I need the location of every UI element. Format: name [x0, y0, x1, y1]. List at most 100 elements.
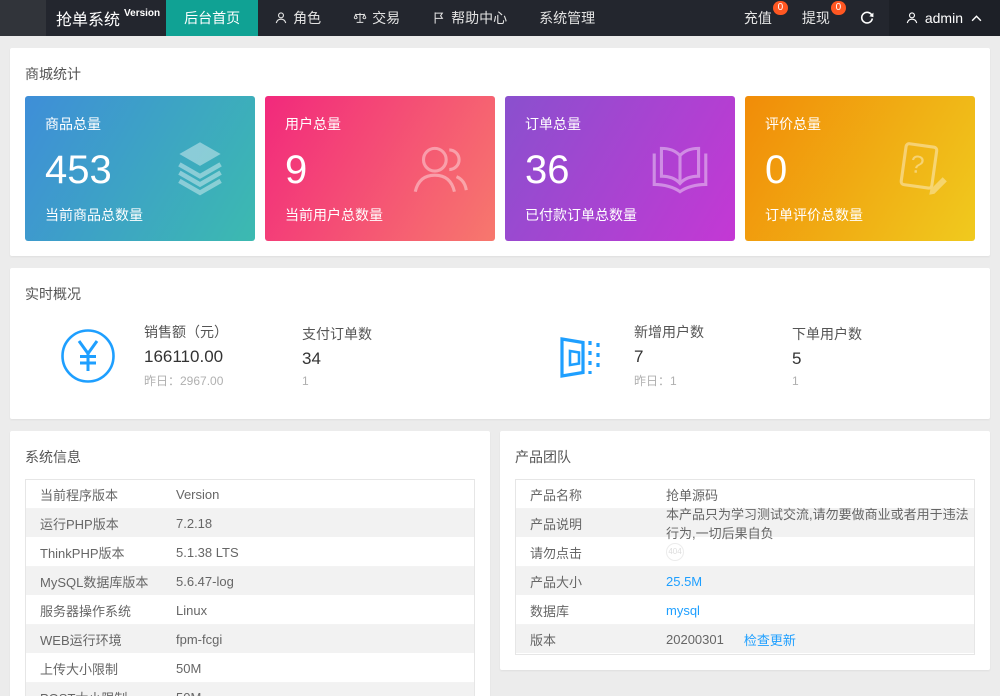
new-users-stat: 新增用户数 7 昨日：1: [634, 322, 792, 389]
stat-label: 销售额（元）: [144, 322, 302, 342]
door-icon: [550, 328, 606, 384]
username: admin: [925, 10, 963, 26]
row-label: 产品说明: [516, 514, 666, 533]
nav-item-label: 系统管理: [539, 8, 595, 28]
svg-text:?: ?: [908, 151, 925, 180]
row-value: 抢单源码: [666, 485, 974, 504]
refresh-button[interactable]: [845, 0, 889, 36]
mall-stats-panel: 商城统计 商品总量 453 当前商品总数量 用户总量 9 当前用户总数量 订单总…: [10, 48, 990, 256]
row-value-text: 20200301: [666, 632, 724, 647]
yen-circle-icon: [60, 328, 116, 384]
row-label: WEB运行环境: [26, 630, 176, 649]
table-row: 上传大小限制50M: [26, 654, 474, 683]
bottom-section: 系统信息 当前程序版本Version运行PHP版本7.2.18ThinkPHP版…: [10, 431, 990, 696]
stat-card-label: 商品总量: [45, 114, 235, 134]
user-menu[interactable]: admin: [889, 0, 1000, 36]
chevron-up-icon: [971, 15, 982, 22]
product-team-title: 产品团队: [500, 431, 990, 479]
nav-item-label: 角色: [293, 8, 321, 28]
review-icon: ?: [887, 136, 953, 202]
stat-card-sublabel: 订单评价总数量: [765, 205, 955, 225]
mall-stats-title: 商城统计: [10, 48, 990, 96]
stat-value: 5: [792, 349, 950, 369]
stat-card-reviews: 评价总量 0 订单评价总数量 ?: [745, 96, 975, 241]
table-row: 服务器操作系统Linux: [26, 596, 474, 625]
table-row: 运行PHP版本7.2.18: [26, 509, 474, 538]
nav-item-label: 帮助中心: [451, 8, 507, 28]
stat-sub: 昨日：2967.00: [144, 372, 302, 389]
stat-sub: 昨日：1: [634, 372, 792, 389]
app-title: 抢单系统: [56, 6, 120, 30]
row-value: Linux: [176, 603, 474, 618]
recharge-label: 充值: [744, 8, 772, 28]
value-link[interactable]: mysql: [666, 603, 700, 618]
recharge-button[interactable]: 充值 0: [729, 0, 787, 36]
table-row: 请勿点击404: [516, 538, 974, 567]
row-label: 当前程序版本: [26, 485, 176, 504]
scales-icon: [353, 11, 367, 25]
row-label: 服务器操作系统: [26, 601, 176, 620]
stat-card-label: 订单总量: [525, 114, 715, 134]
table-row: POST大小限制50M: [26, 683, 474, 696]
withdraw-button[interactable]: 提现 0: [787, 0, 845, 36]
nav-item-system-settings[interactable]: 系统管理: [523, 0, 611, 36]
stat-sub: 1: [792, 374, 950, 388]
sales-group: 销售额（元） 166110.00 昨日：2967.00 支付订单数 34 1: [10, 322, 500, 389]
row-label: 上传大小限制: [26, 659, 176, 678]
row-value: 50M: [176, 661, 474, 676]
value-link[interactable]: 25.5M: [666, 574, 702, 589]
row-label: 产品大小: [516, 572, 666, 591]
users-group: 新增用户数 7 昨日：1 下单用户数 5 1: [500, 322, 990, 389]
ordering-users-stat: 下单用户数 5 1: [792, 324, 950, 388]
table-row: 数据库mysql: [516, 596, 974, 625]
realtime-panel: 实时概况 销售额（元） 166110.00 昨日：2967.00 支付订单数 3…: [10, 268, 990, 419]
row-value: fpm-fcgi: [176, 632, 474, 647]
row-label: 产品名称: [516, 485, 666, 504]
refresh-icon: [859, 10, 875, 26]
withdraw-label: 提现: [802, 8, 830, 28]
table-row: 产品说明本产品只为学习测试交流,请勿要做商业或者用于违法行为,一切后果自负: [516, 509, 974, 538]
app-logo[interactable]: 抢单系统 Version: [46, 0, 166, 36]
nav-item-label: 后台首页: [184, 8, 240, 28]
stat-card-label: 评价总量: [765, 114, 955, 134]
stat-card-products: 商品总量 453 当前商品总数量: [25, 96, 255, 241]
table-row: ThinkPHP版本5.1.38 LTS: [26, 538, 474, 567]
table-row: 当前程序版本Version: [26, 480, 474, 509]
top-navbar: 抢单系统 Version 后台首页 角色 交易 帮助中心 系统管理 充值 0 提…: [0, 0, 1000, 36]
stat-card-users: 用户总量 9 当前用户总数量: [265, 96, 495, 241]
row-value: 20200301 检查更新: [666, 630, 974, 649]
table-row: 版本20200301 检查更新: [516, 625, 974, 654]
nav-item-label: 交易: [372, 8, 400, 28]
row-value: 5.6.47-log: [176, 574, 474, 589]
app-version-tag: Version: [124, 8, 160, 19]
logo-image[interactable]: [0, 0, 46, 36]
users-icon: [407, 136, 473, 202]
realtime-title: 实时概况: [10, 268, 990, 316]
product-team-table: 产品名称抢单源码产品说明本产品只为学习测试交流,请勿要做商业或者用于违法行为,一…: [515, 479, 975, 655]
row-label: 数据库: [516, 601, 666, 620]
nav-item-dashboard[interactable]: 后台首页: [166, 0, 258, 36]
sales-stat: 销售额（元） 166110.00 昨日：2967.00: [144, 322, 302, 389]
stat-label: 支付订单数: [302, 324, 460, 344]
main-menu: 后台首页 角色 交易 帮助中心 系统管理: [166, 0, 611, 36]
row-label: 版本: [516, 630, 666, 649]
stat-value: 7: [634, 347, 792, 367]
withdraw-badge: 0: [831, 1, 846, 15]
check-update-link[interactable]: 检查更新: [744, 630, 796, 649]
row-value: 50M: [176, 690, 474, 696]
row-value: 本产品只为学习测试交流,请勿要做商业或者用于违法行为,一切后果自负: [666, 504, 974, 542]
stat-card-sublabel: 当前用户总数量: [285, 205, 475, 225]
row-value: 25.5M: [666, 574, 974, 589]
row-label: ThinkPHP版本: [26, 543, 176, 562]
nav-item-help-center[interactable]: 帮助中心: [416, 0, 523, 36]
stat-sub: 1: [302, 374, 460, 388]
stat-card-label: 用户总量: [285, 114, 475, 134]
table-row: WEB运行环境fpm-fcgi: [26, 625, 474, 654]
nav-item-trade[interactable]: 交易: [337, 0, 416, 36]
nav-item-roles[interactable]: 角色: [258, 0, 337, 36]
row-value: 7.2.18: [176, 516, 474, 531]
do-not-click-badge[interactable]: 404: [666, 543, 684, 561]
stat-card-sublabel: 已付款订单总数量: [525, 205, 715, 225]
stat-label: 新增用户数: [634, 322, 792, 342]
stat-value: 34: [302, 349, 460, 369]
